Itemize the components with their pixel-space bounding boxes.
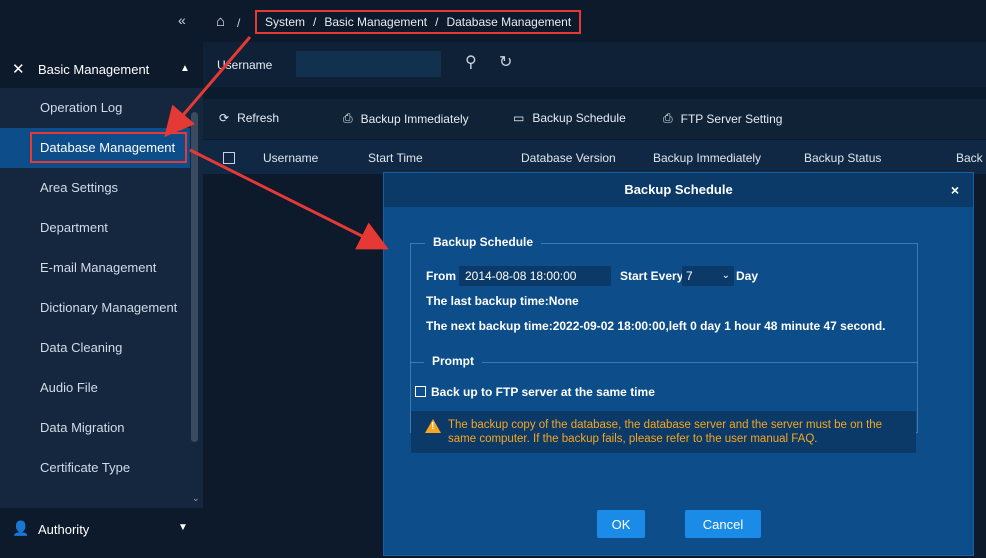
next-backup-text: The next backup time:2022-09-02 18:00:00…: [426, 319, 886, 333]
refresh-icon: ⟳: [219, 111, 230, 125]
column-database-version[interactable]: Database Version: [521, 151, 616, 165]
sidebar-item-certificate-type[interactable]: Certificate Type: [0, 448, 190, 488]
section-label: Basic Management: [38, 62, 150, 77]
breadcrumb-separator: /: [313, 15, 317, 29]
sidebar-item-dictionary-management[interactable]: Dictionary Management: [0, 288, 190, 328]
annotation-highlight-database-management: [30, 132, 187, 163]
backup-immediately-label: Backup Immediately: [360, 111, 469, 126]
backup-schedule-button[interactable]: ▭ Backup Schedule: [513, 111, 626, 125]
username-input[interactable]: [296, 51, 441, 77]
sidebar-item-audio-file[interactable]: Audio File: [0, 368, 190, 408]
ftp-backup-label[interactable]: Back up to FTP server at the same time: [431, 385, 655, 399]
top-bar: ⌂ / System / Basic Management / Database…: [203, 0, 986, 42]
breadcrumb: System / Basic Management / Database Man…: [255, 10, 582, 34]
tools-icon: ✕: [12, 61, 25, 78]
chevron-down-icon: ⌄: [721, 270, 730, 281]
column-backup-immediately[interactable]: Backup Immediately: [653, 151, 761, 165]
ftp-backup-checkbox[interactable]: [415, 386, 426, 397]
breadcrumb-system[interactable]: System: [265, 15, 305, 29]
sidebar-item-email-management[interactable]: E-mail Management: [0, 248, 190, 288]
interval-select[interactable]: 7 ⌄: [682, 266, 734, 286]
sidebar-item-department[interactable]: Department: [0, 208, 190, 248]
column-back[interactable]: Back: [956, 151, 983, 165]
warning-text: The backup copy of the database, the dat…: [448, 419, 883, 445]
breadcrumb-database-management[interactable]: Database Management: [446, 15, 571, 29]
table-header: Username Start Time Database Version Bac…: [203, 140, 986, 174]
warning-exclamation: !: [431, 421, 435, 432]
sidebar: « ✕ Basic Management ▲ Operation Log Dat…: [0, 0, 203, 558]
dialog-title: Backup Schedule: [384, 173, 973, 207]
schedule-icon: ▭: [513, 111, 525, 125]
chevron-up-icon: ▲: [180, 63, 190, 74]
backup-schedule-legend: Backup Schedule: [425, 235, 542, 249]
sidebar-item-data-migration[interactable]: Data Migration: [0, 408, 190, 448]
toolbar: ⟳ Refresh ⎙ Backup Immediately ▭ Backup Sch…: [203, 99, 986, 139]
column-username[interactable]: Username: [263, 151, 318, 165]
ok-button[interactable]: OK: [597, 510, 645, 538]
from-label: From: [426, 269, 456, 283]
user-gear-icon: 👤: [12, 520, 30, 536]
sidebar-item-area-settings[interactable]: Area Settings: [0, 168, 190, 208]
chevron-down-icon: ▼: [178, 522, 188, 533]
collapse-sidebar-icon[interactable]: «: [178, 12, 186, 28]
select-all-checkbox[interactable]: [223, 152, 235, 164]
refresh-button[interactable]: ⟳ Refresh: [219, 111, 279, 125]
section-label: Authority: [38, 522, 90, 537]
close-icon[interactable]: ×: [951, 182, 959, 198]
scroll-down-icon[interactable]: ⌄: [192, 493, 200, 504]
column-start-time[interactable]: Start Time: [368, 151, 423, 165]
backup-schedule-label: Backup Schedule: [532, 111, 626, 125]
sidebar-item-data-cleaning[interactable]: Data Cleaning: [0, 328, 190, 368]
breadcrumb-separator: /: [435, 15, 439, 29]
filter-bar: Username ⚲ ↻: [203, 42, 986, 87]
interval-value: 7: [686, 269, 693, 283]
sidebar-scrollbar[interactable]: [191, 112, 198, 442]
refresh-label: Refresh: [237, 111, 280, 125]
sidebar-section-authority[interactable]: 👤 Authority ▼: [0, 508, 203, 548]
ftp-server-setting-button[interactable]: ⎙ FTP Server Setting: [663, 111, 782, 126]
sidebar-item-operation-log[interactable]: Operation Log: [0, 88, 190, 128]
backup-immediately-button[interactable]: ⎙ Backup Immediately: [343, 111, 469, 126]
ftp-server-setting-label: FTP Server Setting: [680, 111, 783, 126]
home-icon[interactable]: ⌂: [216, 13, 225, 30]
ftp-icon: ⎙: [663, 111, 673, 125]
username-label: Username: [217, 58, 273, 72]
day-label: Day: [736, 269, 759, 283]
backup-icon: ⎙: [343, 111, 353, 125]
refresh-icon[interactable]: ↻: [499, 52, 512, 72]
breadcrumb-separator: /: [237, 16, 241, 30]
search-icon[interactable]: ⚲: [465, 52, 477, 72]
prompt-legend: Prompt: [424, 354, 482, 368]
last-backup-text: The last backup time:None: [426, 294, 579, 308]
column-backup-status[interactable]: Backup Status: [804, 151, 881, 165]
breadcrumb-basic-management[interactable]: Basic Management: [324, 15, 427, 29]
from-datetime-input[interactable]: 2014-08-08 18:00:00: [459, 266, 611, 286]
cancel-button[interactable]: Cancel: [685, 510, 761, 538]
start-every-label: Start Every: [620, 269, 684, 283]
backup-schedule-dialog: Backup Schedule × Backup Schedule From 2…: [383, 172, 974, 556]
sidebar-section-basic-management[interactable]: ✕ Basic Management ▲: [0, 50, 203, 88]
warning-box: ! The backup copy of the database, the d…: [411, 411, 916, 453]
